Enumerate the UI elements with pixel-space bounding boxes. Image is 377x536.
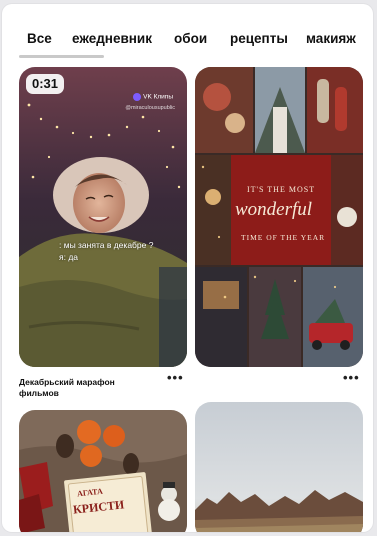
pin-video-card[interactable]: 0:31 VK Клипы @miraculousupublic : мы за… [19,67,187,367]
tab-wallpapers[interactable]: обои [174,31,207,46]
video-duration-badge: 0:31 [26,74,65,94]
tab-recipes[interactable]: рецепты [230,31,288,46]
pin-collage-card[interactable]: IT'S THE MOST wonderful TIME OF THE YEAR [195,67,363,367]
vk-clips-text: VK Клипы [143,93,173,101]
vk-clips-icon [133,93,142,101]
tab-planner[interactable]: ежедневник [72,31,152,46]
pin-collage-more-button[interactable]: ••• [343,370,360,385]
pin-landscape-card[interactable] [195,402,363,532]
pin-landscape-image [195,402,363,532]
video-caption: : мы занята в декабре ? я: да [59,239,153,263]
tab-all[interactable]: Все [27,31,52,46]
video-caption-line-2: я: да [59,252,79,262]
collage-line-bottom: TIME OF THE YEAR [241,233,326,242]
pin-video-title[interactable]: Декабрьский марафон фильмов [19,377,149,399]
pin-feed: Все ежедневник обои рецепты макияж 0:31 … [2,4,373,532]
collage-line-top: IT'S THE MOST [247,185,316,194]
video-author-handle: @miraculousupublic [125,105,175,111]
active-tab-indicator [19,55,104,58]
pin-book-card[interactable]: АГАТА КРИСТИ [19,410,187,532]
video-caption-line-1: : мы занята в декабре ? [59,240,154,250]
collage-line-script: wonderful [235,199,313,220]
pin-video-image [19,67,187,367]
category-tabs: Все ежедневник обои рецепты макияж [2,4,373,64]
vk-clips-label: VK Клипы [133,93,173,101]
tab-makeup[interactable]: макияж [306,31,356,46]
pin-video-more-button[interactable]: ••• [167,370,184,385]
